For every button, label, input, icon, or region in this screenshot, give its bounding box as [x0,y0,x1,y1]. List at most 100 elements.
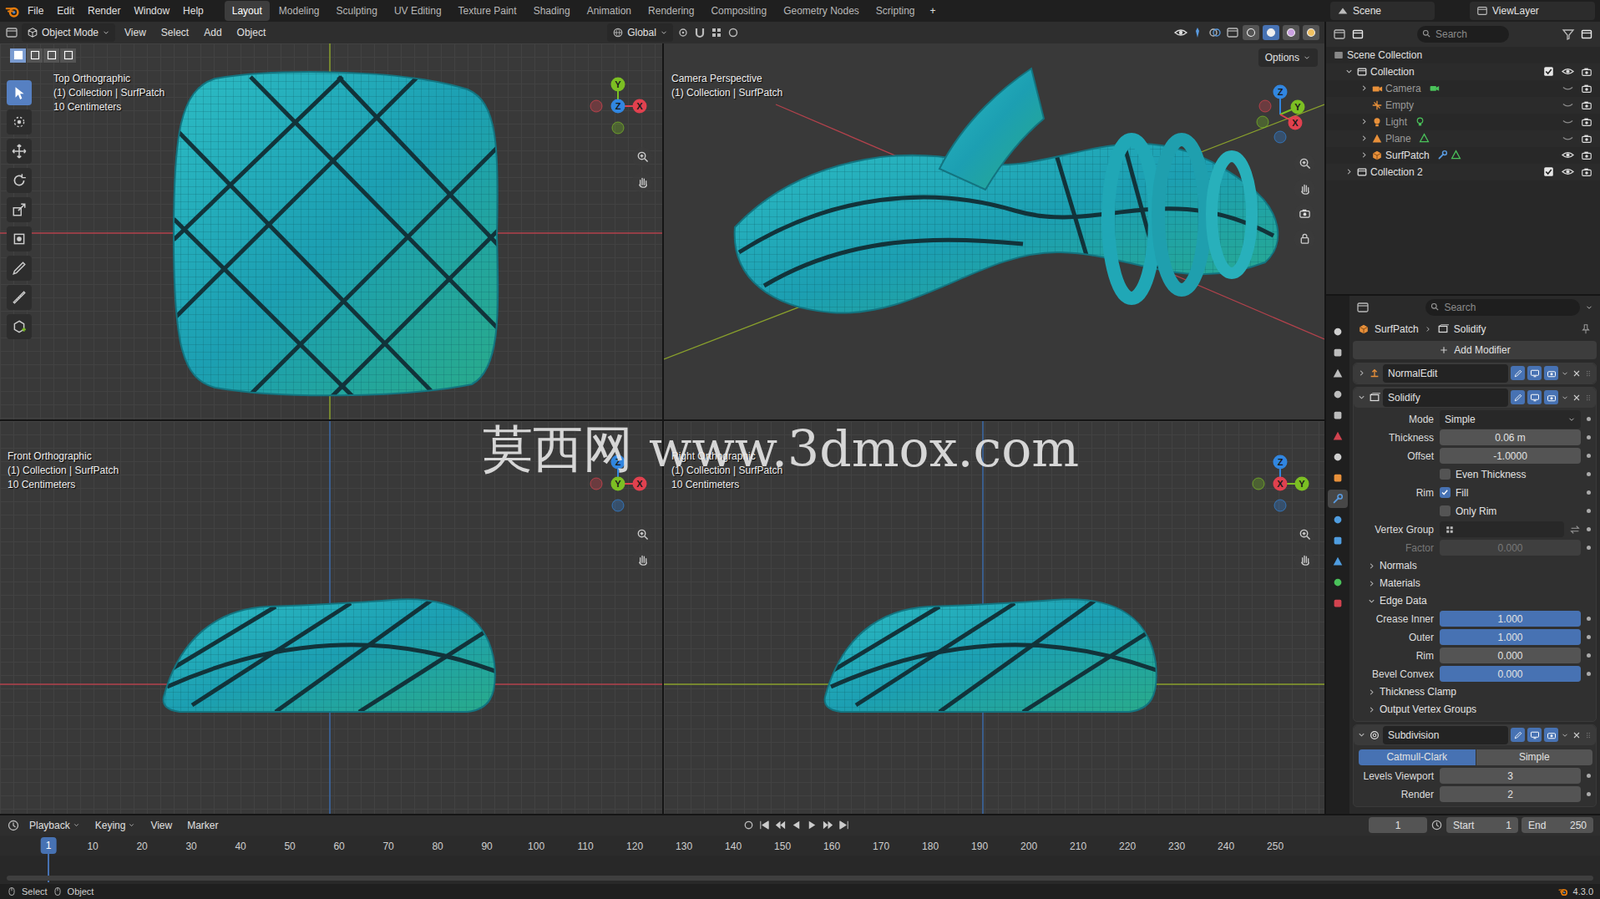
gizmo-toggle-icon[interactable] [1190,25,1205,40]
breadcrumb-item[interactable]: SurfPatch [1374,321,1419,337]
properties-tab[interactable] [1327,364,1348,383]
viewport-toggle[interactable] [1527,389,1542,405]
pivot-icon[interactable] [676,25,690,40]
workspace-tab[interactable]: Geometry Nodes [775,0,867,21]
edit-mode-toggle[interactable] [1510,389,1525,405]
record-icon[interactable] [742,818,755,831]
workspace-tab[interactable]: Animation [579,0,639,21]
chevron-down-icon[interactable] [1560,730,1570,740]
menu-item[interactable]: Render [81,0,127,21]
keyframe-dot[interactable] [1586,671,1591,676]
previous-keyframe-icon[interactable] [774,818,787,831]
tool-button[interactable] [6,167,32,193]
next-keyframe-icon[interactable] [821,818,835,831]
properties-tab[interactable] [1327,572,1348,592]
workspace-tab[interactable]: UV Editing [386,0,450,21]
eye-closed-icon[interactable] [1561,81,1575,95]
viewport-menu[interactable]: Add [197,22,228,43]
editor-type-icon[interactable] [6,818,21,832]
outliner-row[interactable]: Plane [1326,130,1600,147]
render-camera-icon[interactable] [1580,132,1593,145]
zoom-button[interactable] [1294,153,1315,174]
eye-closed-icon[interactable] [1561,131,1575,145]
workspace-tab[interactable]: Sculpting [329,0,385,21]
close-icon[interactable] [1571,392,1582,403]
properties-tab[interactable] [1327,384,1348,404]
select-mode-button[interactable] [10,48,26,63]
snap-target-icon[interactable] [709,25,724,40]
axis-dot[interactable] [1273,475,1288,491]
viewport-toggle[interactable] [1527,727,1542,742]
data-icon[interactable] [1450,149,1462,161]
render-camera-icon[interactable] [1580,82,1593,95]
properties-tab[interactable] [1327,343,1348,362]
outliner-row[interactable]: Collection 2 [1326,163,1600,181]
tool-button[interactable] [6,284,32,310]
drag-handle-icon[interactable] [1584,367,1593,380]
axis-dot[interactable] [632,98,648,113]
workspace-tab[interactable]: Layout [224,0,270,21]
lock-button[interactable] [1294,228,1315,249]
checkbox-label[interactable]: Only Rim [1455,503,1497,519]
subpanel-header[interactable]: Output Vertex Groups [1353,700,1596,719]
toggle-option[interactable]: Simple [1476,749,1594,765]
expand-icon[interactable] [1359,83,1369,93]
shading-mode-icon[interactable] [1282,25,1300,41]
jump-start-icon[interactable] [758,818,771,831]
expand-icon[interactable] [1367,578,1377,588]
checkbox-label[interactable]: Fill [1455,485,1469,501]
expand-icon[interactable] [1367,596,1377,606]
expand-icon[interactable] [1359,150,1369,160]
eye-closed-icon[interactable] [1561,98,1575,112]
pan-button[interactable] [1294,549,1315,570]
select-mode-button[interactable] [26,48,43,63]
frame-ruler[interactable]: 1020304050607080901001101201301401501601… [0,835,1600,856]
eye-open-icon[interactable] [1561,165,1575,178]
chevron-down-icon[interactable] [1584,303,1594,312]
timeline-menu[interactable]: Keying [89,815,142,836]
properties-tab[interactable] [1327,322,1348,341]
outliner-search[interactable] [1417,25,1509,43]
xray-icon[interactable] [1225,25,1240,40]
checkbox-label[interactable]: Even Thickness [1455,466,1527,482]
properties-tab[interactable] [1327,551,1348,571]
properties-tab[interactable] [1327,593,1348,613]
axis-dot[interactable] [1273,84,1288,99]
view-layer-selector[interactable]: ViewLayer [1469,1,1595,21]
outliner-row[interactable]: SurfPatch [1326,146,1600,164]
workspace-tab[interactable]: Modeling [271,0,328,21]
timeline-menu[interactable]: Marker [181,815,224,836]
workspace-tab[interactable]: Scripting [868,0,923,21]
outliner-row[interactable]: Empty [1326,96,1600,114]
navigation-gizmo[interactable]: ZYX [1242,445,1318,522]
subpanel-header[interactable]: Edge Data [1353,592,1596,610]
viewport-menu[interactable]: View [118,22,152,43]
viewport[interactable]: Front Orthographic(1) Collection | SurfP… [0,420,663,814]
overlays-icon[interactable] [1207,25,1223,40]
breadcrumb-item[interactable]: Solidify [1453,321,1487,337]
data-icon[interactable] [1428,82,1440,94]
add-modifier-button[interactable]: Add Modifier [1352,340,1597,360]
menu-item[interactable]: File [21,0,50,21]
camera-view-button[interactable] [1294,203,1315,224]
checkbox[interactable] [1439,486,1451,498]
display-mode-icon[interactable] [1351,27,1365,41]
axis-dot[interactable] [1273,454,1288,469]
jump-end-icon[interactable] [837,818,851,831]
workspace-tab[interactable]: Rendering [640,0,702,21]
new-collection-icon[interactable] [1579,27,1594,41]
expand-icon[interactable] [1359,133,1369,143]
expand-icon[interactable] [1356,368,1367,378]
keyframe-dot[interactable] [1586,490,1591,495]
expand-icon[interactable] [1367,704,1377,714]
tool-button[interactable] [6,255,32,281]
visibility-icon[interactable] [1174,25,1188,40]
proportional-icon[interactable] [726,25,740,40]
clock-icon[interactable] [1430,818,1444,831]
viewport-toggle[interactable] [1527,365,1542,380]
keyframe-dot[interactable] [1586,471,1591,476]
viewport-menu[interactable]: Select [155,22,195,43]
tool-button[interactable] [6,138,32,164]
tool-button[interactable] [6,197,32,223]
number-field[interactable]: 2 [1439,785,1581,802]
